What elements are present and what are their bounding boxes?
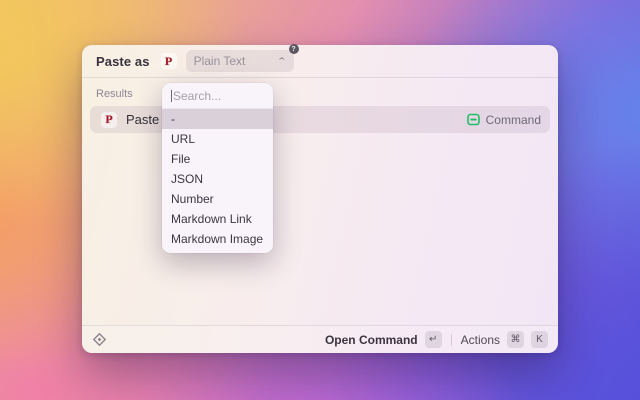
footer-divider xyxy=(451,334,452,346)
raycast-logo-icon xyxy=(92,332,107,347)
help-badge-icon[interactable]: ? xyxy=(289,44,299,54)
popup-search-placeholder: Search... xyxy=(173,89,221,103)
page-title: Paste as xyxy=(96,54,150,69)
paste-as-extension-icon: P xyxy=(161,53,177,69)
popup-item-number[interactable]: Number xyxy=(162,189,273,209)
popup-item-json[interactable]: JSON xyxy=(162,169,273,189)
k-key-icon: K xyxy=(531,331,548,348)
text-cursor xyxy=(171,90,172,102)
popup-item-url[interactable]: URL xyxy=(162,129,273,149)
cmd-key-icon: ⌘ xyxy=(507,331,524,348)
footer-bar: Open Command ↵ Actions ⌘ K xyxy=(82,325,558,353)
command-type-icon xyxy=(467,113,480,126)
format-popup: Search... - URL File JSON Number Markdow… xyxy=(162,83,273,253)
header: Paste as P Plain Text ⌃ ? xyxy=(82,45,558,78)
open-command-button[interactable]: Open Command xyxy=(325,333,418,347)
result-accessory-label: Command xyxy=(486,113,541,127)
format-dropdown-value: Plain Text xyxy=(194,54,272,68)
chevron-up-icon: ⌃ xyxy=(277,57,288,66)
popup-item-file[interactable]: File xyxy=(162,149,273,169)
launcher-window: Paste as P Plain Text ⌃ ? Results P Past… xyxy=(82,45,558,353)
format-dropdown[interactable]: Plain Text ⌃ ? xyxy=(186,50,294,72)
popup-item-markdown-image[interactable]: Markdown Image xyxy=(162,229,273,249)
return-key-icon[interactable]: ↵ xyxy=(425,331,442,348)
actions-button[interactable]: Actions xyxy=(461,333,500,347)
footer-actions: Open Command ↵ Actions ⌘ K xyxy=(325,331,548,348)
result-accessory: Command xyxy=(467,113,541,127)
result-row-paste-as[interactable]: P Paste as Plain Text Command xyxy=(90,106,550,133)
paste-as-extension-icon: P xyxy=(101,112,117,128)
popup-item-markdown-link[interactable]: Markdown Link xyxy=(162,209,273,229)
popup-item-none[interactable]: - xyxy=(162,109,273,129)
popup-search-input[interactable]: Search... xyxy=(162,83,273,109)
